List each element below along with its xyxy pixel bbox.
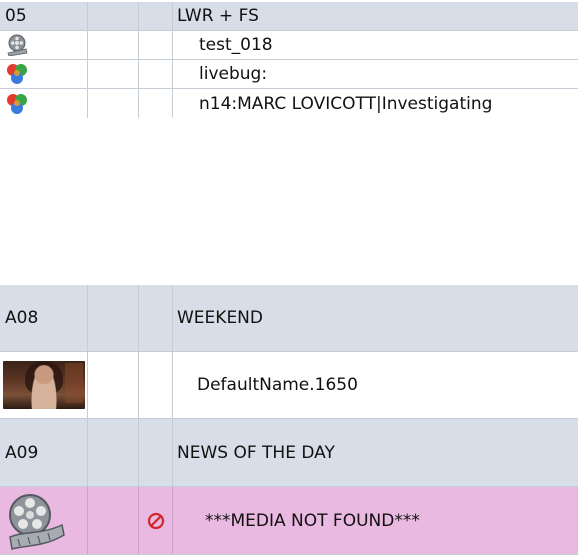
rundown-row-missing-media[interactable]: ***MEDIA NOT FOUND***	[0, 487, 578, 555]
video-thumbnail[interactable]	[3, 361, 85, 409]
rundown-row-item[interactable]: test_018	[0, 31, 578, 60]
item-thumbnail-cell	[0, 352, 88, 418]
item-icon-cell	[0, 60, 88, 88]
segment-title: LWR + FS	[177, 6, 259, 26]
empty-cell	[88, 89, 139, 118]
item-title: n14:MARC LOVICOTT|Investigating	[199, 93, 493, 114]
status-cell	[139, 419, 173, 486]
status-cell	[139, 487, 173, 554]
item-title: test_018	[199, 35, 273, 55]
segment-title: WEEKEND	[177, 308, 263, 328]
rundown-row-header[interactable]: A08 WEEKEND	[0, 285, 578, 352]
rundown-row-item[interactable]: DefaultName.1650	[0, 352, 578, 419]
item-title: livebug:	[199, 64, 268, 84]
status-cell	[139, 285, 173, 351]
rundown-row-header[interactable]: A09 NEWS OF THE DAY	[0, 419, 578, 487]
rundown-top-section: 05 LWR + FS test_018 livebug: n14:MARC L…	[0, 2, 578, 118]
segment-title: NEWS OF THE DAY	[177, 442, 335, 463]
status-cell	[139, 60, 173, 88]
empty-cell	[88, 60, 139, 88]
empty-cell	[88, 419, 139, 486]
item-icon-cell	[0, 487, 88, 554]
empty-cell	[88, 352, 139, 418]
empty-cell	[88, 31, 139, 59]
segment-id: A08	[0, 285, 88, 351]
status-cell	[139, 31, 173, 59]
film-reel-icon	[9, 493, 65, 550]
status-cell	[139, 89, 173, 118]
color-balls-icon	[7, 93, 27, 114]
media-not-found-label: ***MEDIA NOT FOUND***	[205, 510, 420, 531]
empty-cell	[88, 487, 139, 554]
media-reel-icon	[7, 34, 28, 56]
item-title: DefaultName.1650	[197, 375, 358, 395]
segment-id: 05	[0, 2, 88, 30]
segment-id: A09	[0, 419, 88, 486]
item-icon-cell	[0, 31, 88, 59]
color-balls-icon	[7, 64, 27, 84]
empty-cell	[88, 2, 139, 30]
no-entry-icon	[147, 512, 164, 529]
empty-cell	[88, 285, 139, 351]
rundown-bottom-section: A08 WEEKEND DefaultName.1650 A09 NEWS OF…	[0, 285, 578, 555]
rundown-row-item[interactable]: n14:MARC LOVICOTT|Investigating	[0, 89, 578, 118]
rundown-row-header[interactable]: 05 LWR + FS	[0, 2, 578, 31]
status-cell	[139, 352, 173, 418]
item-icon-cell	[0, 89, 88, 118]
status-cell	[139, 2, 173, 30]
rundown-row-item[interactable]: livebug:	[0, 60, 578, 89]
